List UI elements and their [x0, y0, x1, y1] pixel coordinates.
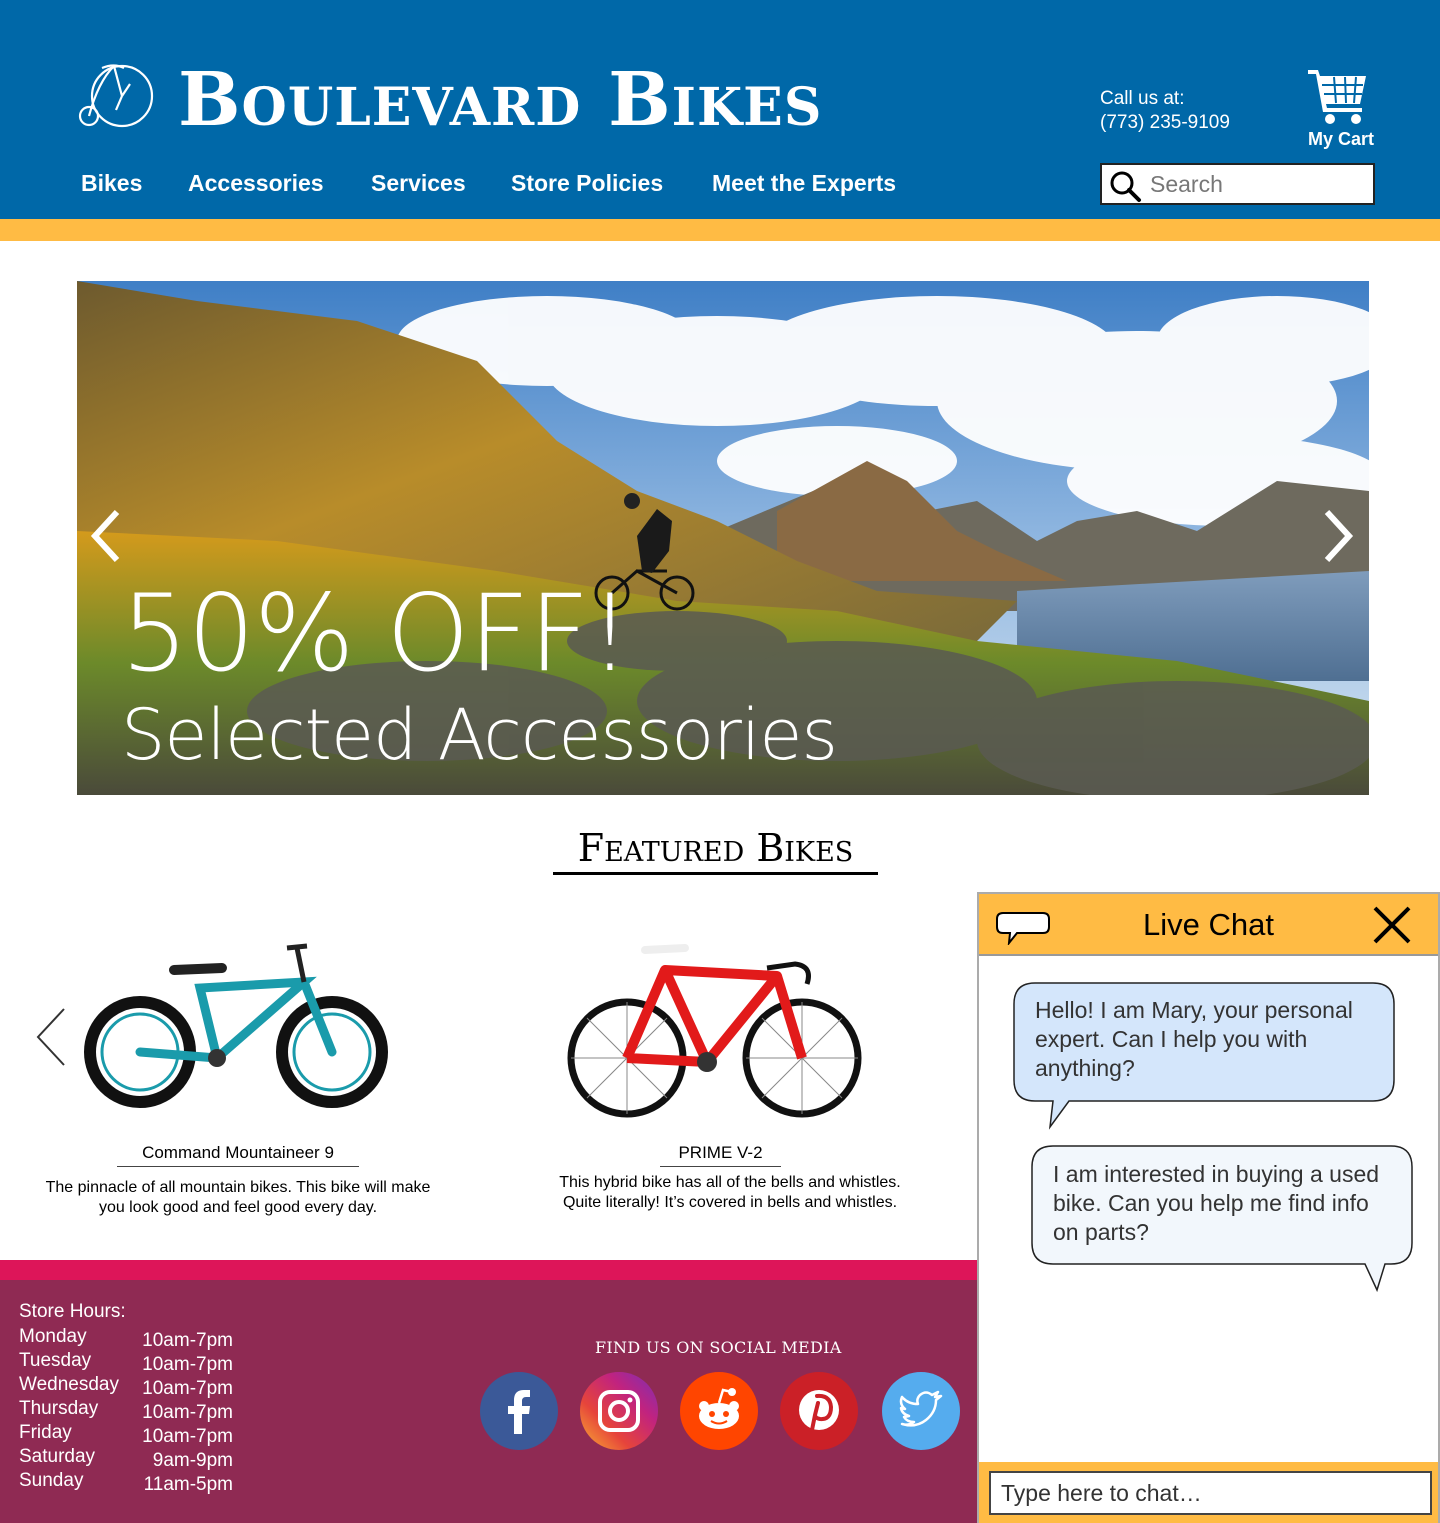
bike-description-command-mountaineer: The pinnacle of all mountain bikes. This… — [45, 1179, 431, 1216]
hours-day: Wednesday — [19, 1374, 119, 1395]
nav-services[interactable]: Services — [371, 170, 466, 197]
site-footer: Store Hours: Monday 10am-7pm Tuesday 10a… — [0, 1280, 978, 1523]
chat-input-bar — [979, 1462, 1438, 1523]
facebook-icon — [508, 1390, 530, 1434]
featured-heading-underline — [553, 872, 878, 875]
cart-label: My Cart — [1307, 129, 1374, 149]
nav-bikes[interactable]: Bikes — [81, 170, 142, 197]
nav-store-policies[interactable]: Store Policies — [511, 170, 663, 197]
chat-input[interactable] — [989, 1471, 1432, 1515]
hours-time: 10am-7pm — [142, 1378, 233, 1399]
bike-name-underline — [117, 1166, 359, 1167]
reddit-link[interactable] — [680, 1372, 758, 1450]
hero-banner[interactable]: 50% OFF! Selected Accessories — [77, 281, 1369, 795]
hero-next-arrow-icon[interactable] — [1317, 506, 1357, 566]
bike-name-prime-v2[interactable]: PRIME V-2 — [660, 1143, 781, 1163]
site-header: Boulevard Bikes Call us at: (773) 235-91… — [0, 0, 1440, 219]
live-chat-title: Live Chat — [1143, 907, 1274, 942]
instagram-link[interactable] — [580, 1372, 658, 1450]
pinterest-icon — [799, 1390, 839, 1432]
hours-time: 10am-7pm — [142, 1354, 233, 1375]
search-icon[interactable] — [1108, 169, 1142, 203]
footer-accent-strip — [0, 1260, 978, 1280]
hours-time: 9am-9pm — [152, 1450, 233, 1471]
penny-farthing-logo-icon[interactable] — [78, 62, 156, 128]
social-media-heading: FIND US ON SOCIAL MEDIA — [595, 1338, 842, 1357]
instagram-icon — [598, 1390, 640, 1432]
pinterest-link[interactable] — [780, 1372, 858, 1450]
hero-subtitle: Selected Accessories — [121, 694, 838, 776]
live-chat-panel: Live Chat Hello! I am Mary, your persona… — [977, 892, 1440, 1523]
mountain-bike-image[interactable] — [82, 940, 392, 1115]
hours-time: 10am-7pm — [142, 1426, 233, 1447]
hero-title: 50% OFF! — [121, 572, 631, 695]
featured-prev-arrow-icon[interactable] — [32, 1005, 72, 1069]
close-icon[interactable] — [1372, 905, 1412, 945]
hours-day: Saturday — [19, 1446, 96, 1467]
bike-name-command-mountaineer[interactable]: Command Mountaineer 9 — [117, 1143, 359, 1163]
phone-number[interactable]: (773) 235-9109 — [1100, 112, 1230, 134]
facebook-link[interactable] — [480, 1372, 558, 1450]
search-input[interactable] — [1150, 169, 1370, 199]
shopping-cart-icon — [1308, 70, 1366, 124]
twitter-link[interactable] — [882, 1372, 960, 1450]
expert-message: Hello! I am Mary, your personal expert. … — [1015, 984, 1395, 1095]
header-accent-strip — [0, 219, 1440, 241]
hours-day: Tuesday — [19, 1350, 92, 1371]
nav-accessories[interactable]: Accessories — [188, 170, 324, 197]
road-bike-image[interactable] — [567, 940, 862, 1125]
hours-time: 10am-7pm — [142, 1402, 233, 1423]
store-hours-title: Store Hours: — [19, 1301, 126, 1322]
hours-day: Thursday — [19, 1398, 99, 1419]
call-label: Call us at: — [1100, 88, 1185, 109]
hours-day: Friday — [19, 1422, 72, 1443]
twitter-icon — [899, 1390, 943, 1427]
featured-bikes-heading: Featured Bikes — [577, 826, 854, 870]
bike-description-prime-v2: This hybrid bike has all of the bells an… — [559, 1174, 901, 1211]
hours-day: Sunday — [19, 1470, 84, 1491]
my-cart-button[interactable]: My Cart — [1300, 66, 1382, 152]
hours-time: 11am-5pm — [143, 1474, 233, 1495]
hours-time: 10am-7pm — [142, 1330, 233, 1351]
search-box — [1100, 163, 1375, 205]
expert-message-text: Hello! I am Mary, your personal expert. … — [1035, 997, 1353, 1081]
bike-name-underline — [660, 1166, 781, 1167]
user-message: I am interested in buying a used bike. C… — [1033, 1148, 1413, 1259]
nav-meet-the-experts[interactable]: Meet the Experts — [712, 170, 896, 197]
hours-day: Monday — [19, 1326, 87, 1347]
live-chat-header: Live Chat — [979, 894, 1438, 956]
reddit-icon — [699, 1388, 739, 1429]
brand-name[interactable]: Boulevard Bikes — [178, 62, 822, 138]
user-message-text: I am interested in buying a used bike. C… — [1053, 1161, 1380, 1245]
hero-prev-arrow-icon[interactable] — [87, 506, 127, 566]
